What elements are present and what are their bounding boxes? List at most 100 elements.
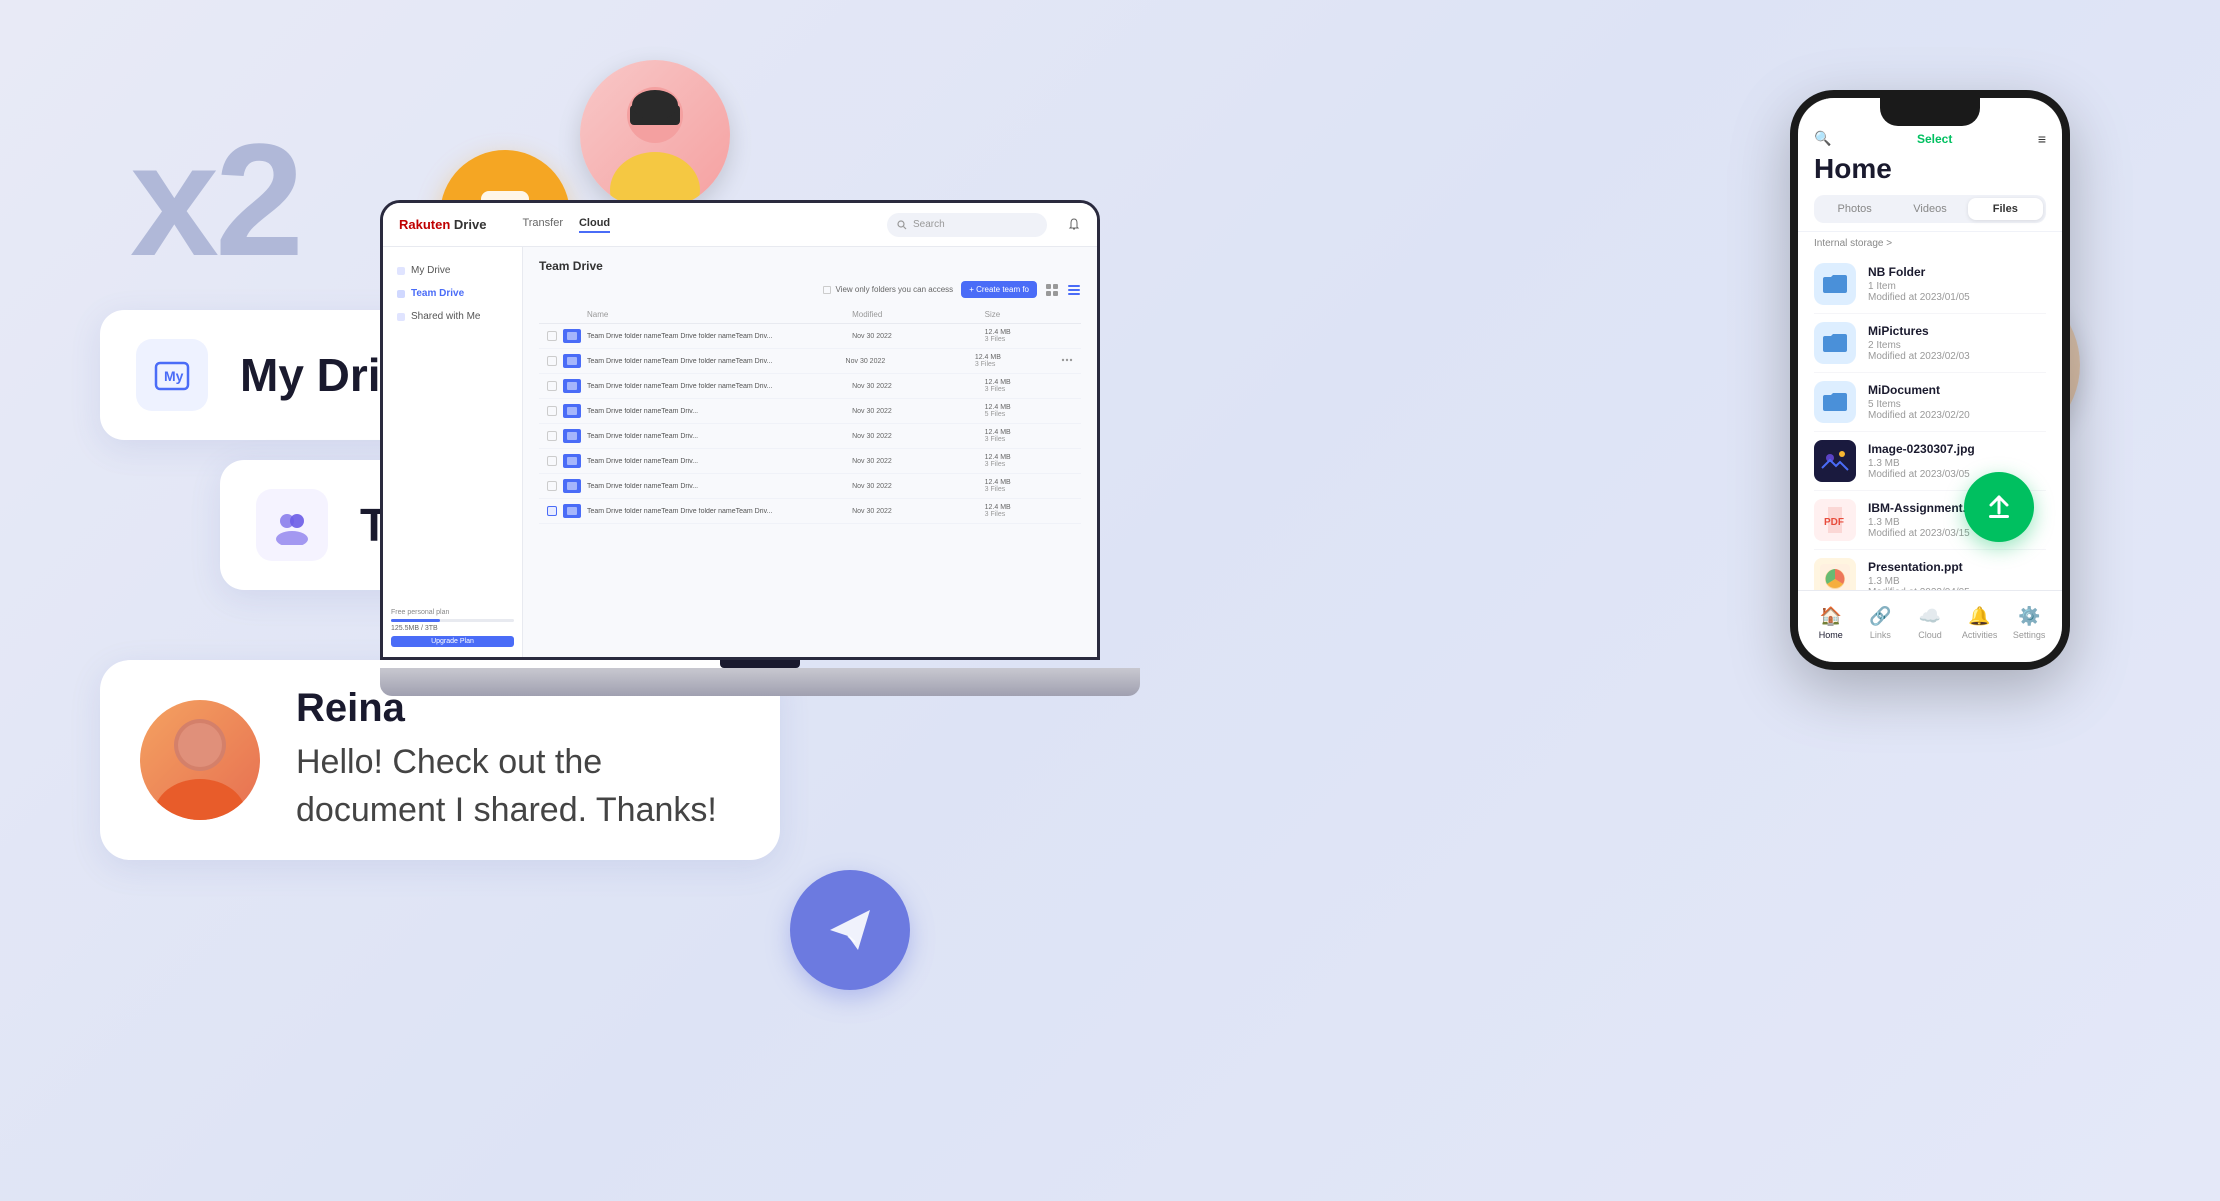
- list-item[interactable]: MiDocument 5 ItemsModified at 2023/02/20: [1814, 373, 2046, 432]
- svg-text:My: My: [164, 368, 184, 384]
- phone-breadcrumb[interactable]: Internal storage >: [1798, 232, 2062, 255]
- sidebar-item-my-drive[interactable]: My Drive: [383, 259, 522, 282]
- list-item[interactable]: MiPictures 2 ItemsModified at 2023/02/03: [1814, 314, 2046, 373]
- file-meta: 1 ItemModified at 2023/01/05: [1868, 281, 1970, 303]
- phone-tabs: Photos Videos Files: [1814, 195, 2046, 223]
- phone-nav-settings[interactable]: ⚙️ Settings: [2004, 606, 2054, 640]
- file-icon-folder: [1814, 322, 1856, 364]
- nav-label-cloud: Cloud: [1918, 630, 1942, 640]
- web-nav-transfer[interactable]: Transfer: [522, 217, 563, 233]
- web-search[interactable]: Search: [887, 213, 1047, 237]
- file-meta: 2 ItemsModified at 2023/02/03: [1868, 340, 1970, 362]
- table-row[interactable]: Team Drive folder nameTeam Driv... Nov 3…: [539, 449, 1081, 474]
- chat-message: Hello! Check out the document I shared. …: [296, 739, 740, 834]
- sidebar-storage: Free personal plan 125.5MB / 3TB Upgrade…: [391, 609, 514, 647]
- phone-nav-cloud[interactable]: ☁️ Cloud: [1905, 606, 1955, 640]
- avatar-top-center: [580, 60, 730, 210]
- phone-select-button[interactable]: Select: [1917, 132, 1952, 146]
- chat-avatar: [140, 700, 260, 820]
- gear-icon: ⚙️: [2018, 606, 2040, 627]
- main-section-title: Team Drive: [539, 259, 1081, 273]
- table-row[interactable]: Team Drive folder nameTeam Driv... Nov 3…: [539, 474, 1081, 499]
- nav-label-activities: Activities: [1962, 630, 1998, 640]
- paper-plane-icon: [790, 870, 910, 990]
- links-icon: 🔗: [1869, 606, 1891, 627]
- cloud-icon: ☁️: [1919, 606, 1941, 627]
- svg-text:PDF: PDF: [1824, 517, 1844, 528]
- file-name: MiDocument: [1868, 383, 1970, 397]
- x2-label: x2: [130, 120, 300, 280]
- file-icon-ppt: [1814, 558, 1856, 590]
- my-drive-icon: My: [136, 339, 208, 411]
- list-item[interactable]: Presentation.ppt 1.3 MBModified at 2023/…: [1814, 550, 2046, 590]
- file-table-header: Name Modified Size: [539, 306, 1081, 324]
- file-info: MiPictures 2 ItemsModified at 2023/02/03: [1868, 324, 1970, 362]
- sidebar-item-shared[interactable]: Shared with Me: [383, 305, 522, 328]
- file-table: Name Modified Size Team Drive folder nam…: [539, 306, 1081, 524]
- team-drive-icon: [256, 489, 328, 561]
- laptop-container: Rakuten Drive Transfer Cloud Search: [380, 200, 1140, 730]
- table-row[interactable]: Team Drive folder nameTeam Drive folder …: [539, 324, 1081, 349]
- notification-icon[interactable]: [1067, 218, 1081, 232]
- main-toolbar: View only folders you can access + Creat…: [539, 281, 1081, 298]
- sidebar-item-team-drive[interactable]: Team Drive: [383, 282, 522, 305]
- list-icon[interactable]: [1067, 283, 1081, 297]
- phone-menu-icon[interactable]: ≡: [2038, 131, 2046, 147]
- create-team-btn[interactable]: + Create team fo: [961, 281, 1037, 298]
- laptop-screen: Rakuten Drive Transfer Cloud Search: [380, 200, 1100, 660]
- web-app: Rakuten Drive Transfer Cloud Search: [383, 203, 1097, 657]
- nav-label-links: Links: [1870, 630, 1891, 640]
- file-name: Presentation.ppt: [1868, 560, 1970, 574]
- more-icon[interactable]: [1061, 354, 1073, 366]
- file-meta: 1.3 MBModified at 2023/03/05: [1868, 458, 1975, 480]
- phone-header: 🔍 Select ≡ Home Photos Videos Files: [1798, 130, 2062, 232]
- table-row[interactable]: Team Drive folder nameTeam Driv... Nov 3…: [539, 399, 1081, 424]
- file-name: NB Folder: [1868, 265, 1970, 279]
- file-info: MiDocument 5 ItemsModified at 2023/02/20: [1868, 383, 1970, 421]
- web-nav-cloud[interactable]: Cloud: [579, 217, 610, 233]
- file-meta: 5 ItemsModified at 2023/02/20: [1868, 399, 1970, 421]
- bell-icon: 🔔: [1968, 606, 1990, 627]
- phone-container: 🔍 Select ≡ Home Photos Videos Files Inte…: [1790, 90, 2070, 670]
- home-icon: 🏠: [1820, 606, 1842, 627]
- phone-nav-activities[interactable]: 🔔 Activities: [1955, 606, 2005, 640]
- web-sidebar: My Drive Team Drive Shared with Me Free …: [383, 247, 523, 657]
- file-icon-image: [1814, 440, 1856, 482]
- phone-body: 🔍 Select ≡ Home Photos Videos Files Inte…: [1790, 90, 2070, 670]
- grid-icon[interactable]: [1045, 283, 1059, 297]
- nav-label-settings: Settings: [2013, 630, 2046, 640]
- file-info: Image-0230307.jpg 1.3 MBModified at 2023…: [1868, 442, 1975, 480]
- file-name: Image-0230307.jpg: [1868, 442, 1975, 456]
- table-row[interactable]: Team Drive folder nameTeam Driv... Nov 3…: [539, 424, 1081, 449]
- phone-tab-videos[interactable]: Videos: [1892, 198, 1967, 220]
- phone-search-icon[interactable]: 🔍: [1814, 130, 1831, 147]
- web-search-text: Search: [913, 219, 945, 230]
- web-logo: Rakuten Drive: [399, 217, 486, 232]
- web-nav: Transfer Cloud: [522, 217, 610, 233]
- table-row[interactable]: Team Drive folder nameTeam Drive folder …: [539, 499, 1081, 524]
- phone-tab-photos[interactable]: Photos: [1817, 198, 1892, 220]
- view-only-check[interactable]: View only folders you can access: [823, 285, 953, 294]
- file-icon-pdf: PDF: [1814, 499, 1856, 541]
- phone-nav-home[interactable]: 🏠 Home: [1806, 606, 1856, 640]
- phone-tab-files[interactable]: Files: [1968, 198, 2043, 220]
- web-body: My Drive Team Drive Shared with Me Free …: [383, 247, 1097, 657]
- phone-file-list: NB Folder 1 ItemModified at 2023/01/05 M…: [1798, 255, 2062, 590]
- nav-label-home: Home: [1819, 630, 1843, 640]
- phone-page-title: Home: [1814, 153, 2046, 185]
- table-row[interactable]: Team Drive folder nameTeam Drive folder …: [539, 349, 1081, 374]
- upload-fab[interactable]: [1964, 472, 2034, 542]
- phone-nav-links[interactable]: 🔗 Links: [1856, 606, 1906, 640]
- file-info: Presentation.ppt 1.3 MBModified at 2023/…: [1868, 560, 1970, 590]
- laptop-base: [380, 668, 1140, 696]
- phone-notch: [1880, 98, 1980, 126]
- list-item[interactable]: NB Folder 1 ItemModified at 2023/01/05: [1814, 255, 2046, 314]
- web-header: Rakuten Drive Transfer Cloud Search: [383, 203, 1097, 247]
- phone-header-row: 🔍 Select ≡: [1814, 130, 2046, 147]
- file-info: NB Folder 1 ItemModified at 2023/01/05: [1868, 265, 1970, 303]
- phone-bottom-nav: 🏠 Home 🔗 Links ☁️ Cloud 🔔 Activities ⚙️: [1798, 590, 2062, 662]
- table-row[interactable]: Team Drive folder nameTeam Drive folder …: [539, 374, 1081, 399]
- file-name: MiPictures: [1868, 324, 1970, 338]
- phone-screen: 🔍 Select ≡ Home Photos Videos Files Inte…: [1798, 98, 2062, 662]
- web-main: Team Drive View only folders you can acc…: [523, 247, 1097, 657]
